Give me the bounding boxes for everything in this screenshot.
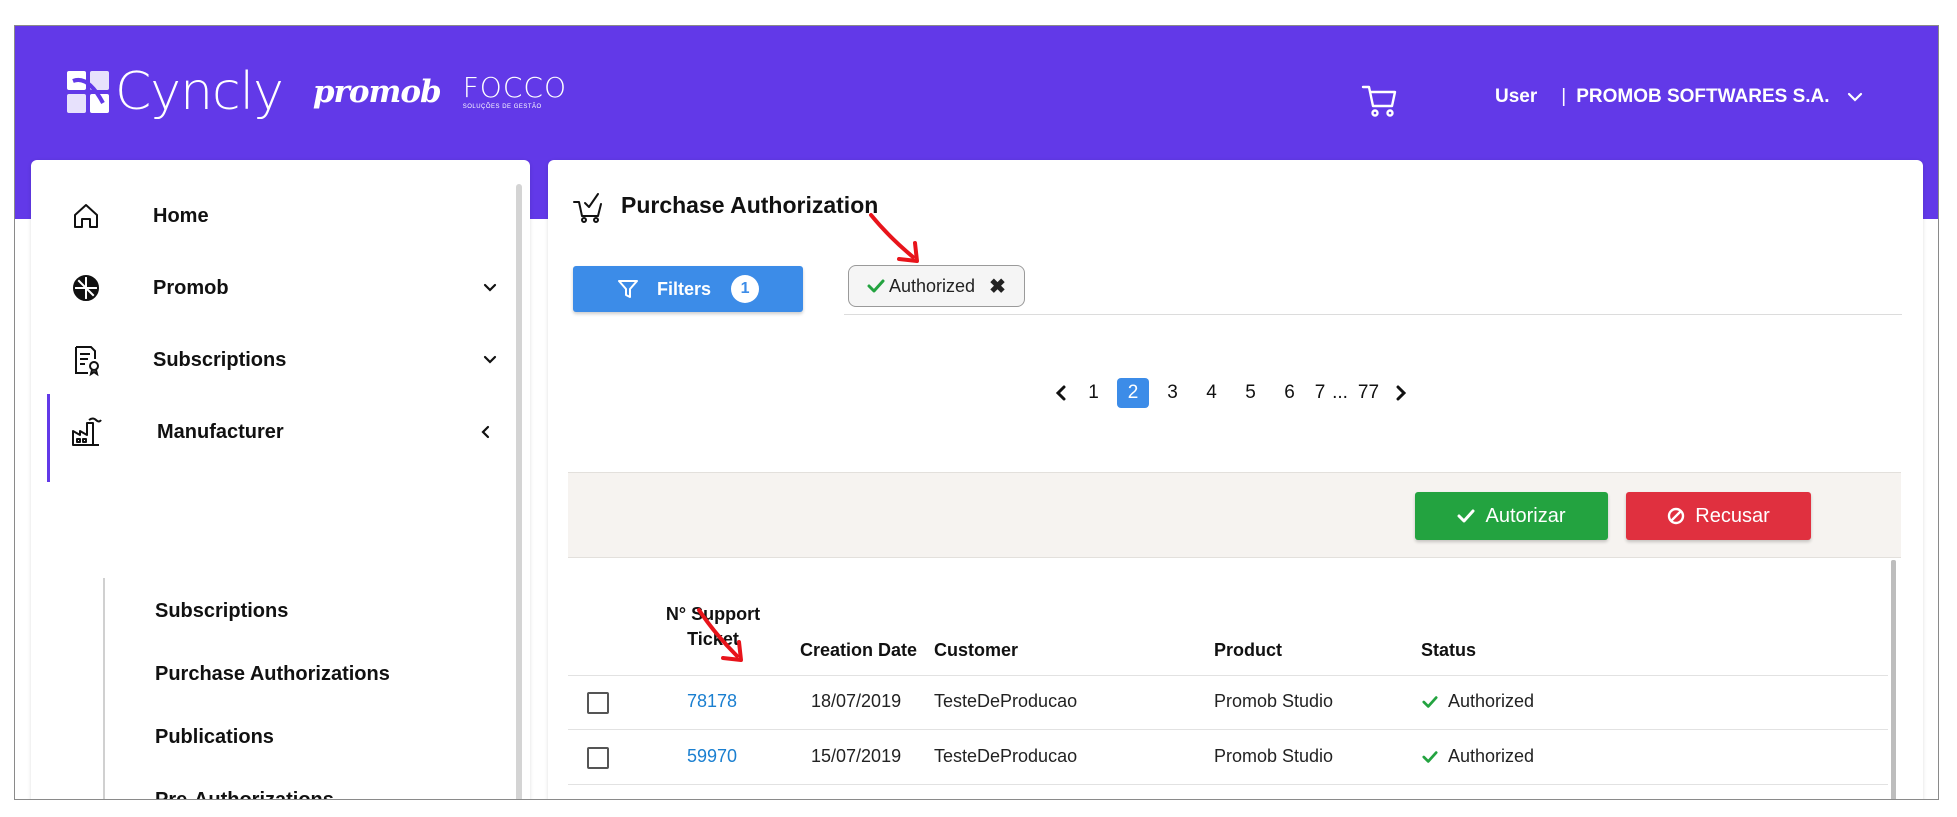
status-label: Authorized bbox=[1448, 746, 1535, 766]
brand-promob: promob bbox=[312, 74, 442, 110]
sidebar-item-promob[interactable]: Promob bbox=[31, 258, 501, 318]
refuse-button[interactable]: Recusar bbox=[1626, 492, 1811, 540]
cart-check-icon bbox=[573, 193, 602, 223]
authorize-button[interactable]: Autorizar bbox=[1415, 492, 1608, 540]
ban-icon bbox=[1668, 507, 1685, 525]
pagination: 1 2 3 4 5 6 7 ... 77 bbox=[1048, 378, 1414, 408]
page-link-6[interactable]: 6 bbox=[1270, 382, 1309, 404]
page-link-7[interactable]: 7 bbox=[1309, 382, 1331, 404]
main-panel: Purchase Authorization Filters 1 Authori… bbox=[548, 160, 1923, 799]
page-link-1[interactable]: 1 bbox=[1074, 382, 1113, 404]
sidebar-item-subscriptions[interactable]: Subscriptions bbox=[31, 330, 501, 390]
ticket-link[interactable]: 78178 bbox=[687, 691, 737, 712]
filter-chip-authorized[interactable]: Authorized ✖ bbox=[848, 265, 1025, 307]
column-header-status[interactable]: Status bbox=[1421, 640, 1476, 661]
prev-page-icon[interactable] bbox=[1048, 380, 1074, 406]
cart-icon[interactable] bbox=[1360, 80, 1400, 120]
chevron-down-icon bbox=[483, 355, 497, 364]
chevron-down-icon bbox=[483, 283, 497, 292]
brand-logos[interactable]: Cyncly promob FOCCO SOLUÇÕES DE GESTÃO bbox=[67, 66, 567, 118]
filters-count-badge: 1 bbox=[731, 275, 760, 303]
page-ellipsis: ... bbox=[1332, 382, 1348, 403]
user-separator: | bbox=[1561, 86, 1567, 107]
filter-chip-label: Authorized bbox=[889, 275, 976, 296]
check-icon bbox=[1422, 695, 1438, 708]
company-name: PROMOB SOFTWARES S.A. bbox=[1576, 86, 1830, 107]
sidebar-item-home[interactable]: Home bbox=[31, 186, 501, 246]
check-icon bbox=[867, 279, 885, 293]
customer-cell: TesteDeProducao bbox=[934, 691, 1078, 711]
refuse-label: Recusar bbox=[1695, 504, 1770, 527]
page-title: Purchase Authorization bbox=[621, 192, 879, 218]
status-label: Authorized bbox=[1448, 691, 1535, 711]
user-menu[interactable]: User | PROMOB SOFTWARES S.A. bbox=[1495, 86, 1864, 108]
check-icon bbox=[1457, 509, 1475, 523]
brand-cyncly: Cyncly bbox=[115, 62, 284, 122]
filter-icon bbox=[617, 280, 638, 298]
user-label: User bbox=[1495, 86, 1538, 107]
table-divider bbox=[568, 729, 1888, 730]
sidebar-item-manufacturer[interactable]: Manufacturer bbox=[31, 394, 501, 482]
product-cell: Promob Studio bbox=[1214, 746, 1334, 766]
subscriptions-icon bbox=[75, 346, 99, 377]
promob-icon bbox=[73, 275, 99, 301]
sidebar-subitem-pre-authorizations[interactable]: Pre-Authorizations bbox=[155, 789, 334, 799]
column-header-date[interactable]: Creation Date bbox=[800, 640, 917, 661]
column-header-ticket[interactable]: N° Support Ticket bbox=[663, 602, 763, 652]
sidebar-subitem-purchase-authorizations[interactable]: Purchase Authorizations bbox=[155, 663, 390, 686]
chip-divider bbox=[844, 314, 1902, 315]
chevron-left-icon bbox=[481, 425, 490, 439]
bulk-action-bar: Autorizar Recusar bbox=[568, 472, 1901, 558]
page-link-current[interactable]: 2 bbox=[1117, 378, 1149, 408]
factory-icon bbox=[72, 417, 102, 446]
app-frame: Cyncly promob FOCCO SOLUÇÕES DE GESTÃO U… bbox=[14, 25, 1939, 800]
creation-date-cell: 18/07/2019 bbox=[811, 691, 902, 711]
table-divider bbox=[568, 784, 1888, 785]
active-indicator bbox=[47, 394, 50, 482]
submenu-guide-line bbox=[103, 578, 105, 799]
brand-focco: FOCCO SOLUÇÕES DE GESTÃO bbox=[462, 71, 567, 111]
close-icon[interactable]: ✖ bbox=[989, 274, 1006, 299]
sidebar-item-label: Manufacturer bbox=[157, 420, 284, 443]
sidebar-item-label: Promob bbox=[153, 276, 229, 299]
filters-label: Filters bbox=[656, 278, 712, 299]
column-header-customer[interactable]: Customer bbox=[934, 640, 1018, 661]
status-cell: Authorized bbox=[1422, 691, 1534, 712]
brand-focco-tagline: SOLUÇÕES DE GESTÃO bbox=[462, 104, 542, 110]
page-link-4[interactable]: 4 bbox=[1192, 382, 1231, 404]
customer-cell: TesteDeProducao bbox=[934, 746, 1078, 766]
product-cell: Promob Studio bbox=[1214, 691, 1334, 711]
cyncly-logo-icon bbox=[67, 71, 109, 113]
chevron-down-icon bbox=[1847, 92, 1862, 102]
page-link-last[interactable]: 77 bbox=[1349, 382, 1388, 404]
column-header-product[interactable]: Product bbox=[1214, 640, 1282, 661]
check-icon bbox=[1422, 750, 1438, 763]
sidebar-scrollbar[interactable] bbox=[516, 184, 522, 799]
row-checkbox[interactable] bbox=[587, 692, 609, 714]
row-checkbox[interactable] bbox=[587, 747, 609, 769]
sidebar-subitem-publications[interactable]: Publications bbox=[155, 726, 274, 749]
authorize-label: Autorizar bbox=[1485, 504, 1566, 527]
creation-date-cell: 15/07/2019 bbox=[811, 746, 902, 766]
next-page-icon[interactable] bbox=[1388, 380, 1414, 406]
sidebar: Home Promob Subscriptions Manufacturer S… bbox=[31, 160, 530, 799]
page-link-3[interactable]: 3 bbox=[1153, 382, 1192, 404]
brand-focco-name: FOCCO bbox=[462, 71, 567, 104]
status-cell: Authorized bbox=[1422, 746, 1534, 767]
column-header-ticket-line2: Ticket bbox=[687, 629, 739, 649]
filters-button[interactable]: Filters 1 bbox=[573, 266, 803, 312]
sidebar-subitem-subscriptions[interactable]: Subscriptions bbox=[155, 600, 288, 623]
table-divider bbox=[568, 675, 1888, 676]
sidebar-item-label: Home bbox=[153, 204, 209, 227]
column-header-ticket-line1: N° Support bbox=[665, 604, 761, 624]
ticket-link[interactable]: 59970 bbox=[687, 746, 737, 767]
table-scrollbar[interactable] bbox=[1891, 560, 1896, 799]
home-icon bbox=[74, 204, 98, 228]
sidebar-item-label: Subscriptions bbox=[153, 348, 287, 371]
page-link-5[interactable]: 5 bbox=[1231, 382, 1270, 404]
